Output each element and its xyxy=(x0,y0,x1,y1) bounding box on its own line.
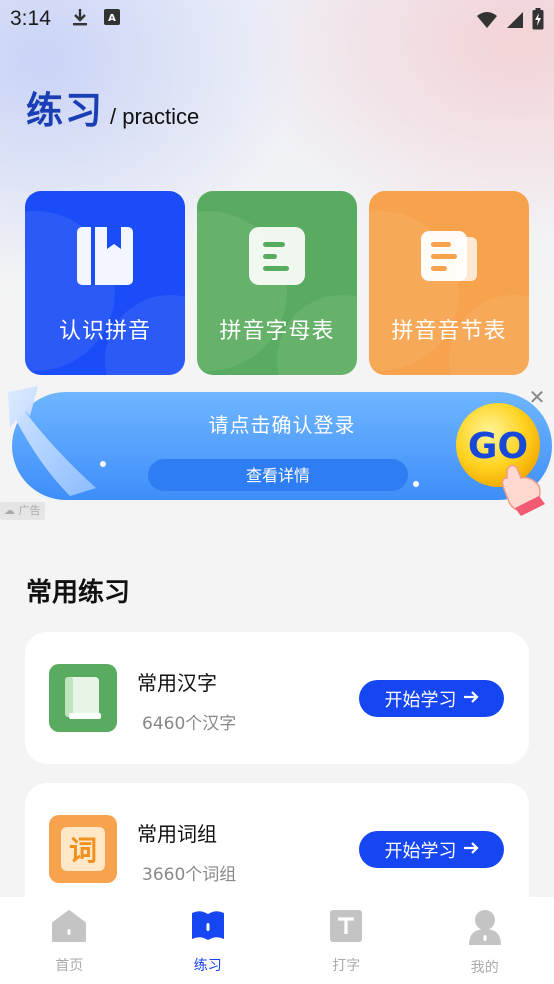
tab-label: 首页 xyxy=(55,958,84,974)
page-title: 练习 xyxy=(26,89,104,132)
arrow-graphic xyxy=(0,378,110,498)
start-learning-button[interactable]: 开始学习 xyxy=(359,680,504,717)
svg-text:A: A xyxy=(108,13,116,24)
tab-label: 练习 xyxy=(193,958,222,974)
practice-subtitle: 6460个汉字 xyxy=(142,714,237,734)
card-pinyin-alphabet[interactable]: 拼音字母表 xyxy=(197,191,357,375)
practice-card-common-phrases[interactable]: 词 常用词组 3660个词组 开始学习 xyxy=(25,783,529,915)
battery-charging-icon xyxy=(532,8,544,35)
banner-details-button[interactable]: 查看详情 xyxy=(148,459,408,491)
arrow-right-icon xyxy=(463,688,479,709)
book-bookmark-icon xyxy=(77,227,133,285)
card-pinyin-intro[interactable]: 认识拼音 xyxy=(25,191,185,375)
practice-title: 常用汉字 xyxy=(137,671,217,695)
tab-practice[interactable]: 练习 xyxy=(139,897,278,984)
status-bar: 3:14 A xyxy=(0,0,554,38)
go-text: GO xyxy=(468,426,528,467)
download-icon xyxy=(71,7,89,32)
cloud-icon: ☁ xyxy=(4,504,15,517)
card-pinyin-syllables[interactable]: 拼音音节表 xyxy=(369,191,529,375)
home-icon xyxy=(51,909,87,947)
practice-title: 常用词组 xyxy=(137,822,217,846)
page-header: 练习 / practice xyxy=(26,80,199,134)
user-icon xyxy=(467,909,503,949)
ci-character-icon: 词 xyxy=(49,815,117,883)
tab-home[interactable]: 首页 xyxy=(0,897,139,984)
practice-subtitle: 3660个词组 xyxy=(142,865,237,885)
page-subtitle: / practice xyxy=(110,104,200,129)
type-t-icon xyxy=(328,909,364,947)
arrow-right-icon xyxy=(463,839,479,860)
ad-label: ☁ 广告 xyxy=(0,502,45,520)
keyboard-a-icon: A xyxy=(103,7,121,31)
notes-doc-icon xyxy=(421,227,477,285)
tab-label: 我的 xyxy=(470,960,499,976)
close-icon[interactable]: ✕ xyxy=(527,387,547,407)
wifi-icon xyxy=(476,10,498,34)
bottom-tab-bar: 首页 练习 打字 我的 xyxy=(0,897,554,984)
feature-cards: 认识拼音 拼音字母表 拼音音节表 xyxy=(25,191,529,375)
go-badge-icon: GO xyxy=(455,400,550,518)
start-learning-button[interactable]: 开始学习 xyxy=(359,831,504,868)
card-label: 拼音字母表 xyxy=(219,319,335,344)
tab-mine[interactable]: 我的 xyxy=(416,897,554,984)
signal-icon xyxy=(506,10,524,34)
tab-label: 打字 xyxy=(332,958,361,974)
practice-card-common-chars[interactable]: 常用汉字 6460个汉字 开始学习 xyxy=(25,632,529,764)
book-icon xyxy=(190,909,226,947)
status-time: 3:14 xyxy=(10,7,51,30)
green-book-icon xyxy=(49,664,117,732)
section-title: 常用练习 xyxy=(26,578,131,608)
card-label: 拼音音节表 xyxy=(391,319,507,344)
card-label: 认识拼音 xyxy=(58,319,151,344)
tab-typing[interactable]: 打字 xyxy=(277,897,416,984)
list-doc-icon xyxy=(249,227,305,285)
